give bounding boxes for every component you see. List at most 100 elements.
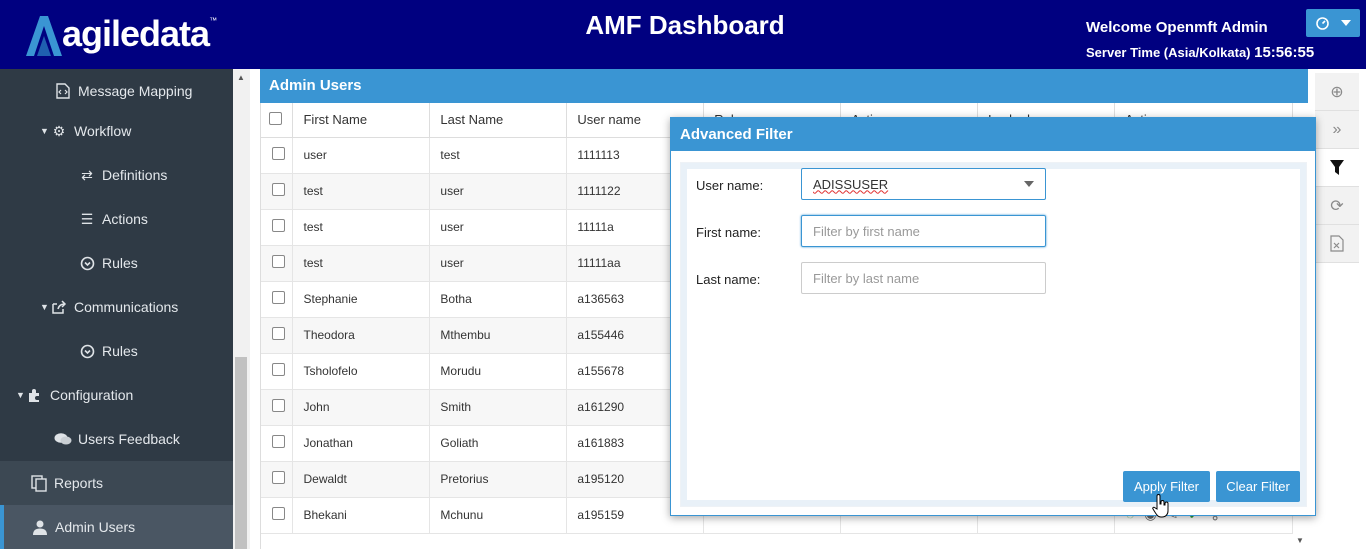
logo-mark-icon (26, 16, 62, 56)
sidebar-item-workflow[interactable]: ▼ ⚙ Workflow (0, 109, 233, 153)
row-checkbox[interactable] (272, 291, 285, 304)
user-icon (31, 518, 49, 536)
circle-down-icon (78, 342, 96, 360)
sidebar-item-reports[interactable]: Reports (0, 461, 233, 505)
puzzle-icon (26, 386, 44, 404)
column-header-first-name[interactable]: First Name (292, 103, 431, 138)
row-checkbox[interactable] (272, 219, 285, 232)
settings-dropdown-button[interactable] (1306, 9, 1360, 37)
right-toolbar: ⊕ » ⟳ (1315, 73, 1359, 273)
share-icon (50, 298, 68, 316)
first-name-cell: Dewaldt (292, 461, 431, 498)
row-checkbox[interactable] (272, 471, 285, 484)
sidebar-item-configuration[interactable]: ▼ Configuration (0, 373, 233, 417)
export-excel-button[interactable] (1315, 225, 1359, 263)
filter-icon (1330, 159, 1344, 175)
row-checkbox[interactable] (272, 507, 285, 520)
sidebar-item-admin-users[interactable]: Admin Users (0, 505, 233, 549)
first-name-cell: test (292, 173, 431, 210)
last-name-cell: Pretorius (429, 461, 568, 498)
lastname-input[interactable]: Filter by last name (801, 262, 1046, 294)
double-chevron-right-icon: » (1332, 120, 1342, 138)
top-header: agiledata ™ AMF Dashboard Welcome Openmf… (0, 0, 1366, 69)
sidebar-item-actions[interactable]: ☰ Actions (0, 197, 233, 241)
select-all-checkbox[interactable] (269, 111, 282, 125)
sidebar-item-label: Actions (102, 211, 148, 227)
row-select-cell (261, 389, 294, 426)
logo-text: agiledata (62, 13, 210, 54)
sidebar-item-workflow-rules[interactable]: Rules (0, 241, 233, 285)
sidebar-item-communications[interactable]: ▼ Communications (0, 285, 233, 329)
expand-button[interactable]: » (1315, 111, 1359, 149)
add-button[interactable]: ⊕ (1315, 73, 1359, 111)
row-select-cell (261, 461, 294, 498)
server-time-clock: 15:56:55 (1254, 44, 1315, 61)
select-all-cell (261, 103, 294, 138)
firstname-input[interactable]: Filter by first name (801, 215, 1046, 247)
row-checkbox[interactable] (272, 147, 285, 160)
row-checkbox[interactable] (272, 327, 285, 340)
row-checkbox[interactable] (272, 255, 285, 268)
row-select-cell (261, 281, 294, 318)
last-name-cell: Mthembu (429, 317, 568, 354)
last-name-cell: Mchunu (429, 497, 568, 534)
sidebar-item-label: Configuration (50, 387, 134, 403)
first-name-cell: user (292, 137, 431, 174)
server-time-label: Server Time (Asia/Kolkata) (1086, 45, 1251, 60)
first-name-cell: Bhekani (292, 497, 431, 534)
username-select[interactable]: ADISSUSER (801, 168, 1046, 200)
scroll-up-arrow-icon[interactable]: ▲ (237, 73, 245, 82)
row-checkbox[interactable] (272, 363, 285, 376)
agiledata-logo: agiledata ™ (22, 12, 217, 56)
sidebar: Message Mapping ▼ ⚙ Workflow ⇄ Definitio… (0, 69, 233, 549)
caret-down-icon (1340, 20, 1351, 26)
first-name-cell: test (292, 245, 431, 282)
row-select-cell (261, 209, 294, 246)
sidebar-item-communications-rules[interactable]: Rules (0, 329, 233, 373)
dashboard-icon (1315, 16, 1329, 30)
row-select-cell (261, 245, 294, 282)
first-name-cell: Tsholofelo (292, 353, 431, 390)
lastname-label: Last name: (696, 272, 761, 287)
logo-trademark: ™ (209, 15, 218, 25)
username-select-value: ADISSUSER (813, 176, 889, 192)
first-name-cell: test (292, 209, 431, 246)
row-checkbox[interactable] (272, 435, 285, 448)
refresh-button[interactable]: ⟳ (1315, 187, 1359, 225)
admin-users-panel-title: Admin Users (260, 69, 1308, 103)
sidebar-item-message-mapping[interactable]: Message Mapping (0, 69, 233, 113)
row-select-cell (261, 137, 294, 174)
gear-icon: ⚙ (52, 122, 66, 139)
advanced-filter-body: User name: ADISSUSER First name: Filter … (680, 162, 1307, 507)
row-select-cell (261, 353, 294, 390)
column-header-last-name[interactable]: Last Name (429, 103, 568, 138)
sidebar-item-label: Communications (74, 299, 179, 315)
row-select-cell (261, 173, 294, 210)
sidebar-scrollbar-thumb[interactable] (235, 357, 247, 549)
clear-filter-button[interactable]: Clear Filter (1216, 471, 1300, 502)
last-name-cell: user (429, 209, 568, 246)
caret-down-icon: ▼ (16, 390, 25, 400)
sidebar-item-label: Message Mapping (78, 83, 193, 99)
filter-button[interactable] (1315, 149, 1359, 187)
excel-icon (1330, 235, 1344, 252)
first-name-cell: John (292, 389, 431, 426)
first-name-cell: Stephanie (292, 281, 431, 318)
row-checkbox[interactable] (272, 399, 285, 412)
hand-cursor-icon (1152, 494, 1169, 518)
sidebar-item-label: Rules (102, 255, 138, 271)
caret-down-icon (1024, 181, 1034, 187)
last-name-cell: user (429, 245, 568, 282)
row-checkbox[interactable] (272, 183, 285, 196)
exchange-icon: ⇄ (81, 166, 93, 183)
sidebar-item-label: Definitions (102, 167, 168, 183)
copy-icon (30, 474, 48, 492)
row-select-cell (261, 317, 294, 354)
scroll-down-arrow-icon[interactable]: ▼ (1296, 536, 1304, 545)
advanced-filter-dialog: Advanced Filter User name: ADISSUSER Fir… (670, 117, 1316, 516)
sidebar-item-users-feedback[interactable]: Users Feedback (0, 417, 233, 461)
sidebar-item-definitions[interactable]: ⇄ Definitions (0, 153, 233, 197)
last-name-cell: user (429, 173, 568, 210)
file-code-icon (54, 82, 72, 100)
last-name-cell: Smith (429, 389, 568, 426)
